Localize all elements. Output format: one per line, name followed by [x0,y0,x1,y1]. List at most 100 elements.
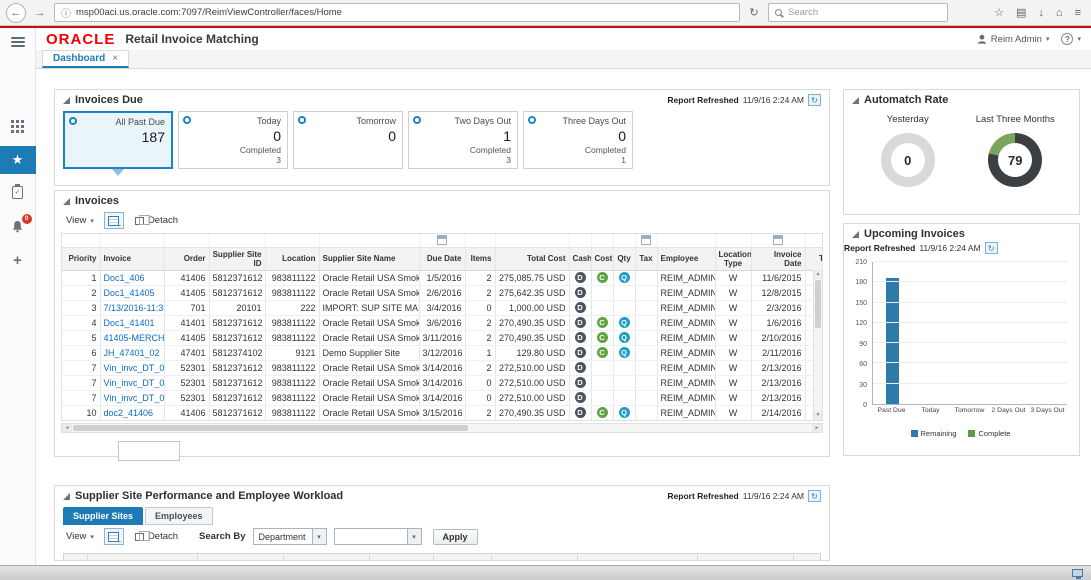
horizontal-scrollbar[interactable]: ◄ ► [61,423,823,433]
user-menu[interactable]: Reim Admin ▾ ? ▾ [977,33,1081,45]
bar-past-due[interactable] [885,277,899,404]
refresh-report-icon[interactable]: ↻ [984,242,998,254]
invoice-link[interactable]: Vin_invc_DT_0... [104,363,164,373]
collapse-triangle-icon[interactable] [63,492,70,500]
invoice-row[interactable]: 7Vin_invc_DT_0...52301581237161298381112… [62,360,822,376]
tray-network-icon[interactable] [1072,569,1083,579]
invoice-row[interactable]: 2 Doc1_41405 41405 5812371612 983811122 Oracl… [62,285,822,301]
invoice-row[interactable]: 5 41405-MERCH1 41405 5812371612 983811122 Ora… [62,330,822,346]
close-icon[interactable]: × [112,53,118,64]
refresh-report-icon[interactable]: ↻ [808,490,821,502]
invoice-row[interactable]: 10 doc2_41406 41406 5812371612 983811122 Orac… [62,405,822,420]
scroll-down-arrow[interactable]: ▼ [814,411,822,420]
invoices-due-card-two-days-out[interactable]: Two Days Out 1 Completed 3 [408,111,518,169]
column-header-priority[interactable]: Priority [62,246,101,271]
search-by-value: Department [258,531,306,542]
invoice-link[interactable]: JH_47401_02 [104,348,160,358]
invoice-link[interactable]: Vin_invc_DT_0... [104,378,164,388]
detach-button[interactable]: Detach [131,213,182,228]
invoices-due-card-tomorrow[interactable]: Tomorrow 0 [293,111,403,169]
column-header-location-type[interactable]: Location Type [715,246,752,271]
gridline [873,301,1067,303]
invoice-row[interactable]: 4 Doc1_41401 41401 5812371612 983811122 Oracl… [62,315,822,331]
calendar-icon[interactable] [773,235,783,246]
collapse-triangle-icon[interactable] [852,96,859,104]
forward-button[interactable]: → [31,4,49,22]
tab-dashboard[interactable]: Dashboard × [42,50,130,68]
search-value-select[interactable]: ▾ [333,528,422,545]
column-header-cost[interactable]: Cost [591,246,614,271]
invoice-row[interactable]: 3 7/13/2016-11:36 701 20101 222 IMPORT: SUP S… [62,300,822,316]
tab-employees[interactable]: Employees [145,507,213,525]
column-header-order[interactable]: Order [164,246,210,271]
column-header-total[interactable]: Total [805,246,822,271]
tab-supplier-sites[interactable]: Supplier Sites [63,507,144,525]
scroll-right-arrow[interactable]: ► [812,424,822,432]
nav-dashboard-button[interactable]: ★ [0,146,36,174]
column-header-tax[interactable]: Tax [635,246,658,271]
nav-notifications-button[interactable]: 0 [0,212,36,240]
invoice-link[interactable]: 7/13/2016-11:36 [104,303,164,313]
column-header-invoice[interactable]: Invoice [100,246,165,271]
column-header-qty[interactable]: Qty [613,246,636,271]
cash-status-icon: D [574,332,586,344]
bookmark-star-icon[interactable]: ☆ [994,6,1004,19]
invoice-row[interactable]: 1 Doc1_406 41406 5812371612 983811122 Oracle … [62,270,822,286]
invoice-link[interactable]: Vin_invc_DT_0... [104,393,164,403]
vertical-scroll-thumb[interactable] [815,280,821,328]
downloads-icon[interactable]: ↓ [1038,7,1044,19]
vertical-scrollbar[interactable]: ▲ ▼ [813,270,822,420]
column-header-employee[interactable]: Employee [657,246,716,271]
invoice-link[interactable]: Doc1_41401 [104,318,155,328]
nav-drawer-toggle[interactable] [0,28,36,56]
column-header-cash[interactable]: Cash [569,246,592,271]
upcoming-invoices-panel: Upcoming Invoices Report Refreshed 11/9/… [843,223,1080,456]
calendar-icon[interactable] [437,235,447,246]
apply-button[interactable]: Apply [432,528,478,545]
column-header-location[interactable]: Location [265,246,320,271]
column-header-due-date[interactable]: Due Date [419,246,466,271]
menu-icon[interactable]: ≡ [1075,7,1081,19]
horizontal-scroll-thumb[interactable] [73,425,469,431]
column-header-invoice-date[interactable]: Invoice Date [751,246,806,271]
reload-button[interactable]: ↻ [745,4,763,22]
invoices-due-card-three-days-out[interactable]: Three Days Out 0 Completed 1 [523,111,633,169]
column-header-total-cost[interactable]: Total Cost [495,246,570,271]
invoice-row[interactable]: 7Vin_invc_DT_0...52301581237161298381112… [62,390,822,406]
view-menu-button[interactable]: View ▾ [63,213,97,228]
invoices-due-card-all-past-due[interactable]: All Past Due 187 [63,111,173,176]
page-info-icon[interactable]: ⓘ [61,5,71,20]
invoice-link[interactable]: doc2_41406 [104,408,154,418]
search-by-select[interactable]: Department ▾ [252,528,327,545]
collapse-triangle-icon[interactable] [63,96,70,104]
refresh-report-icon[interactable]: ↻ [808,94,821,106]
nav-tasks-button[interactable]: ✓ [0,178,36,206]
home-icon[interactable]: ⌂ [1056,7,1063,19]
nav-grid-button[interactable] [0,112,36,140]
help-icon[interactable]: ? [1061,33,1074,45]
scroll-up-arrow[interactable]: ▲ [814,270,822,279]
export-to-excel-button[interactable] [103,528,124,545]
url-bar[interactable]: ⓘ msp00aci.us.oracle.com:7097/ReimViewCo… [54,3,740,22]
export-to-excel-button[interactable] [103,212,124,229]
invoices-due-card-today[interactable]: Today 0 Completed 3 [178,111,288,169]
detach-button[interactable]: Detach [131,529,182,544]
supplier-tabs: Supplier Sites Employees [55,504,829,525]
scroll-left-arrow[interactable]: ◄ [62,424,72,432]
column-header-supplier-site-name[interactable]: Supplier Site Name [319,246,420,271]
browser-search-field[interactable]: Search [768,3,948,22]
collapse-triangle-icon[interactable] [63,197,70,205]
invoice-row[interactable]: 6 JH_47401_02 47401 5812374102 9121 Demo Supp… [62,345,822,361]
invoice-row[interactable]: 7Vin_invc_DT_0...52301581237161298381112… [62,375,822,391]
column-header-items[interactable]: Items [465,246,496,271]
collapse-triangle-icon[interactable] [852,230,859,238]
calendar-icon[interactable] [641,235,651,246]
view-menu-button[interactable]: View ▾ [63,529,97,544]
invoice-link[interactable]: 41405-MERCH1 [104,333,164,343]
library-icon[interactable]: ▤ [1016,6,1026,19]
column-header-supplier-site-id[interactable]: Supplier Site ID [209,246,266,271]
invoice-link[interactable]: Doc1_41405 [104,288,155,298]
back-button[interactable]: ← [6,2,26,23]
nav-add-button[interactable]: + [0,246,36,274]
invoice-link[interactable]: Doc1_406 [104,273,145,283]
